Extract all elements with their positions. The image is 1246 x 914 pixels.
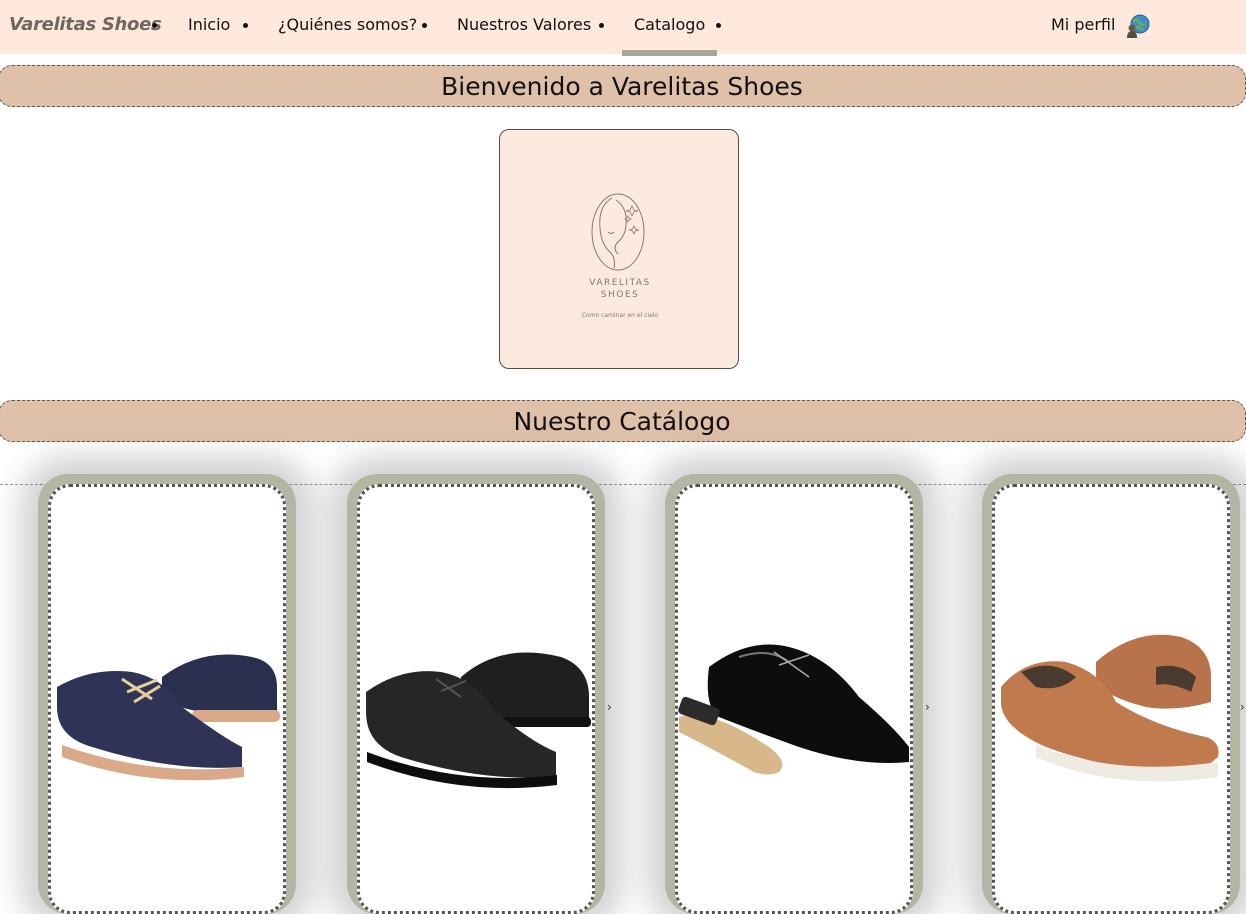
profile-link[interactable]: Mi perfil [1051,15,1115,34]
catalog-card-inner [357,484,595,914]
brand-logo-card: VARELITAS SHOES Como caminar en el cielo [499,129,739,369]
nav-link-inicio[interactable]: Inicio [188,15,230,34]
catalog-card[interactable] [38,474,296,914]
catalog-card-inner [992,484,1230,914]
globe-user-icon[interactable] [1125,13,1151,39]
logo-wordmark-line2: SHOES [600,290,640,300]
brand-logo[interactable]: Varelitas Shoes [9,14,162,35]
nav-separator [152,23,157,28]
catalog-card[interactable] [347,474,605,914]
catalog-card-inner [48,484,286,914]
catalog-card[interactable] [982,474,1240,914]
logo-tagline: Como caminar en el cielo [581,312,659,319]
nav-separator [422,23,427,28]
catalog-banner: Nuestro Catálogo [0,400,1246,442]
welcome-title: Bienvenido a Varelitas Shoes [441,72,803,101]
catalog-title: Nuestro Catálogo [513,407,731,436]
welcome-banner: Bienvenido a Varelitas Shoes [0,65,1246,107]
chevron-right-icon[interactable]: › [607,700,612,714]
chevron-right-icon[interactable]: › [925,700,930,714]
tan-slip-on-shoe [1001,634,1219,782]
nav-separator [599,23,604,28]
nav-separator [243,23,248,28]
nav-link-nuestros-valores[interactable]: Nuestros Valores [457,15,591,34]
active-tab-indicator [622,50,717,56]
nav-link-catalogo[interactable]: Catalogo [634,15,705,34]
catalog-card-inner [675,484,913,914]
nav-separator [716,23,721,28]
black-oxford-shoe [366,652,591,789]
patent-leather-shoe [678,644,909,775]
logo-wordmark-line1: VARELITAS [589,278,651,288]
navy-oxford-shoe [57,654,280,781]
woman-profile-icon [591,193,645,271]
nav-link-quienes-somos[interactable]: ¿Quiénes somos? [278,15,417,34]
top-nav: Varelitas Shoes Inicio ¿Quiénes somos? N… [0,0,1246,56]
catalog-card[interactable] [665,474,923,914]
chevron-right-icon[interactable]: › [1240,700,1245,714]
